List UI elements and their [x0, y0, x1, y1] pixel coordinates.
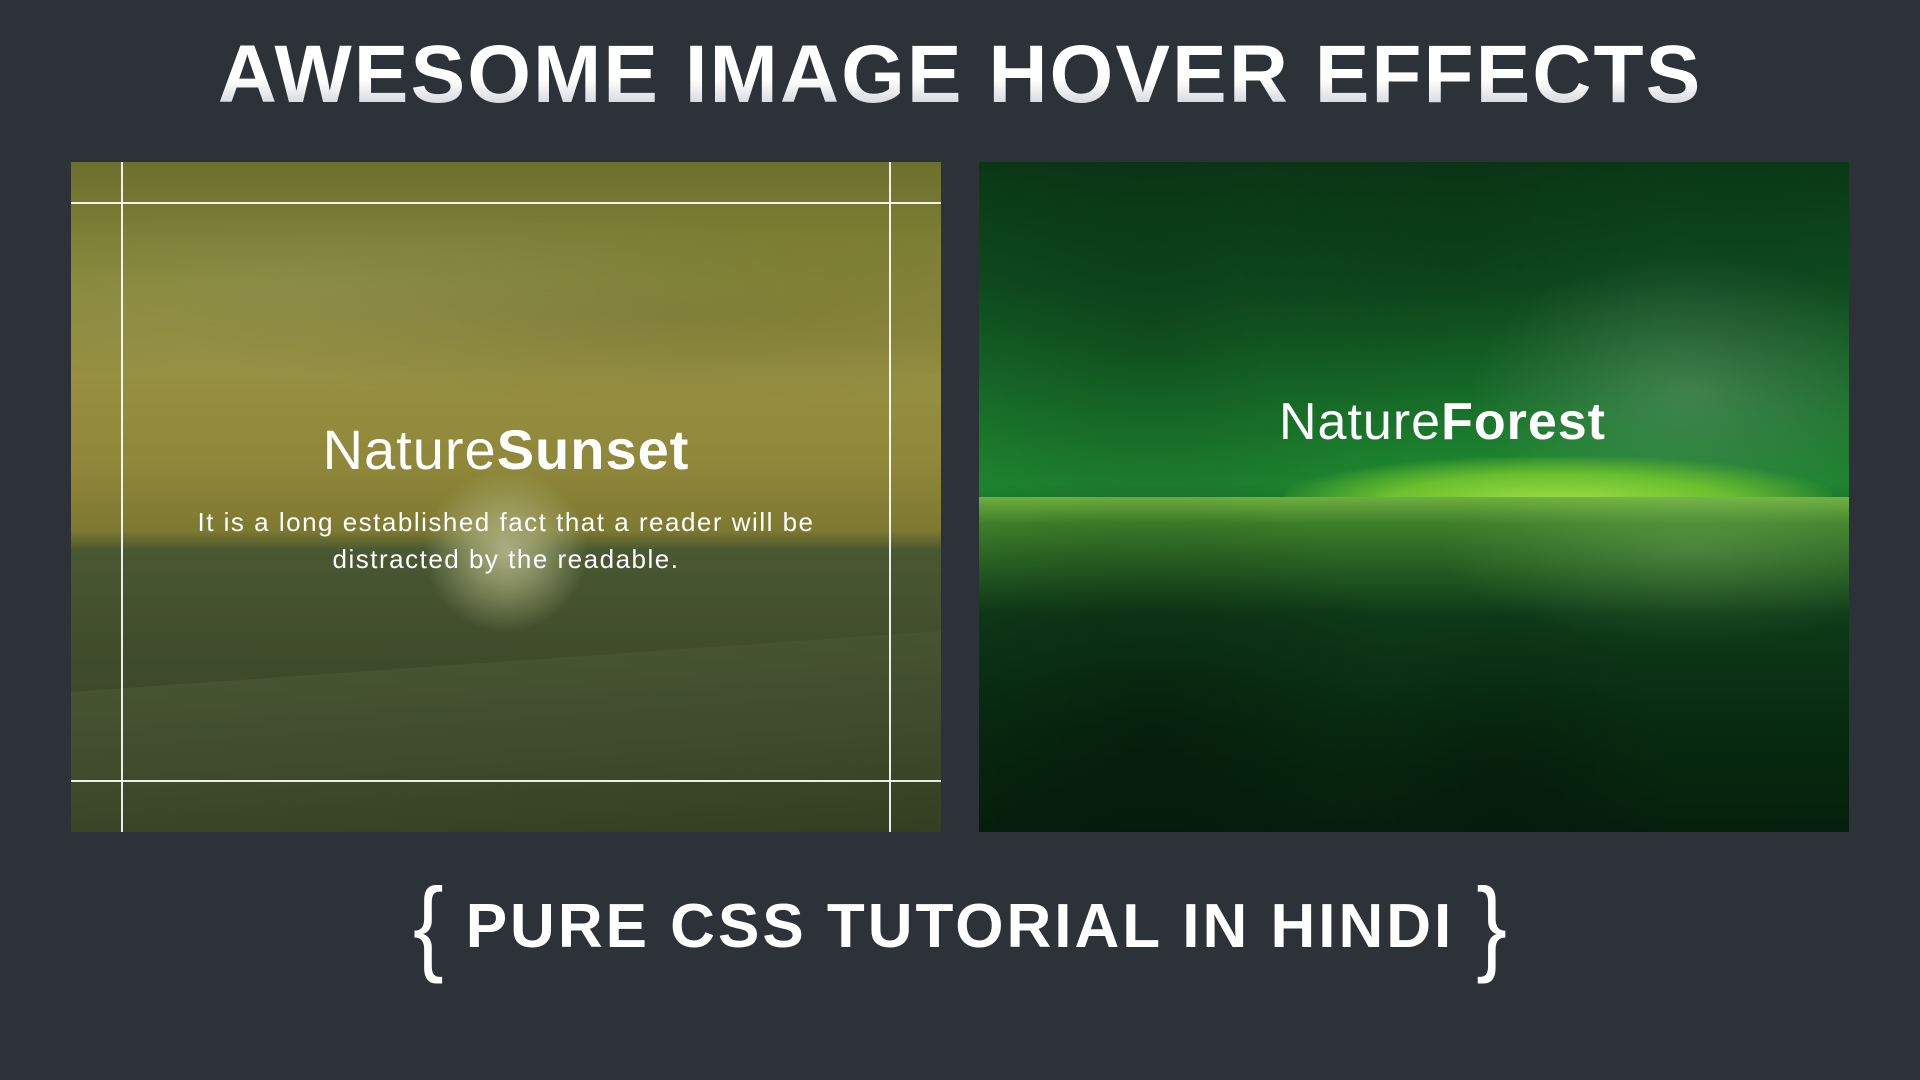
footer: { PURE CSS TUTORIAL IN HINDI } — [413, 880, 1507, 972]
forest-caption: NatureForest — [979, 162, 1849, 832]
cards-row: NatureSunset It is a long established fa… — [71, 162, 1849, 832]
sunset-title-light: Nature — [323, 418, 497, 481]
page-title: AWESOME IMAGE HOVER EFFECTS — [218, 28, 1703, 122]
sunset-title: NatureSunset — [323, 417, 690, 482]
sunset-caption: NatureSunset It is a long established fa… — [71, 162, 941, 832]
sunset-description: It is a long established fact that a rea… — [191, 504, 821, 577]
right-brace-icon: } — [1476, 873, 1507, 979]
forest-title-bold: Forest — [1441, 393, 1606, 451]
footer-text: PURE CSS TUTORIAL IN HINDI — [466, 891, 1455, 962]
forest-title-light: Nature — [1279, 393, 1441, 451]
sunset-title-bold: Sunset — [497, 418, 690, 481]
left-brace-icon: { — [413, 873, 444, 979]
forest-title: NatureForest — [1279, 392, 1606, 452]
card-forest[interactable]: NatureForest — [979, 162, 1849, 832]
card-sunset[interactable]: NatureSunset It is a long established fa… — [71, 162, 941, 832]
